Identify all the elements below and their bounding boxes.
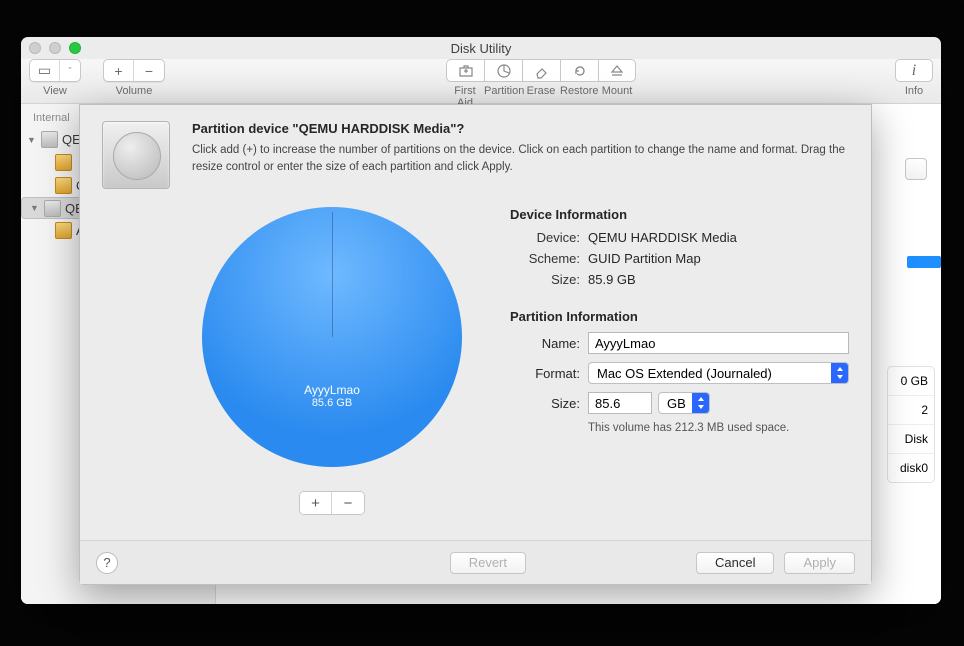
scheme-key: Scheme: [510, 251, 580, 266]
device-node-value: disk0 [888, 454, 934, 482]
partition-pie-chart[interactable]: AyyyLmao 85.6 GB [202, 207, 462, 467]
partition-name-input[interactable] [588, 332, 849, 354]
titlebar: Disk Utility [21, 37, 941, 59]
sheet-footer: ? Revert Cancel Apply [80, 540, 871, 584]
volume-icon [55, 154, 72, 171]
sheet-description: Click add (+) to increase the number of … [192, 142, 849, 175]
pie-slice-size: 85.6 GB [202, 397, 462, 409]
help-button[interactable]: ? [96, 552, 118, 574]
device-value: QEMU HARDDISK Media [588, 230, 849, 245]
view-label: View [43, 85, 67, 97]
volume-icon [55, 177, 72, 194]
info-button[interactable]: i [895, 59, 933, 82]
partition-button[interactable] [484, 59, 522, 82]
volume-icon [55, 222, 72, 239]
name-key: Name: [510, 336, 580, 351]
scheme-value: GUID Partition Map [588, 251, 849, 266]
view-mode-button[interactable]: ▭ [30, 60, 60, 81]
devsize-value: 85.9 GB [588, 272, 849, 287]
info-label: Info [905, 85, 923, 97]
devsize-key: Size: [510, 272, 580, 287]
device-key: Device: [510, 230, 580, 245]
erase-button[interactable] [522, 59, 560, 82]
disk-info-table: 0 GB 2 Disk disk0 [887, 366, 935, 483]
harddisk-icon [44, 200, 61, 217]
disclosure-icon[interactable]: ▼ [27, 135, 37, 145]
volume-add-button[interactable]: + [104, 60, 134, 81]
device-info-header: Device Information [510, 207, 849, 222]
partition-sheet: Partition device "QEMU HARDDISK Media"? … [79, 104, 872, 585]
add-partition-button[interactable]: + [300, 492, 332, 514]
harddisk-large-icon [102, 121, 170, 189]
volume-remove-button[interactable]: − [134, 60, 164, 81]
pie-slice-name: AyyyLmao [202, 383, 462, 397]
disclosure-icon[interactable]: ▼ [30, 203, 40, 213]
revert-button[interactable]: Revert [450, 552, 526, 574]
window-title: Disk Utility [21, 41, 941, 56]
cancel-button[interactable]: Cancel [696, 552, 774, 574]
partition-add-remove: + − [299, 491, 365, 515]
apply-button[interactable]: Apply [784, 552, 855, 574]
chevron-updown-icon [831, 363, 848, 383]
pie-slice-label: AyyyLmao 85.6 GB [202, 383, 462, 409]
format-key: Format: [510, 366, 580, 381]
mount-button[interactable] [598, 59, 636, 82]
sidebar-item-label: QE [62, 132, 81, 147]
partition-info-header: Partition Information [510, 309, 849, 324]
partition-size-input[interactable] [588, 392, 652, 414]
usage-bar [907, 256, 941, 268]
sheet-title: Partition device "QEMU HARDDISK Media"? [192, 121, 849, 136]
volume-label: Volume [116, 85, 153, 97]
remove-partition-button[interactable]: − [332, 492, 364, 514]
partitions-value: 2 [888, 396, 934, 425]
type-value: Disk [888, 425, 934, 454]
view-dropdown-button[interactable]: ˇ [60, 60, 80, 81]
capacity-value: 0 GB [888, 367, 934, 396]
firstaid-button[interactable] [446, 59, 484, 82]
used-space-hint: This volume has 212.3 MB used space. [588, 422, 849, 434]
background-button[interactable] [905, 158, 927, 180]
restore-button[interactable] [560, 59, 598, 82]
harddisk-icon [41, 131, 58, 148]
toolbar: ▭ ˇ View + − Volume [21, 59, 941, 104]
size-key: Size: [510, 396, 580, 411]
format-select[interactable]: Mac OS Extended (Journaled) [588, 362, 849, 384]
chevron-updown-icon [692, 393, 709, 413]
